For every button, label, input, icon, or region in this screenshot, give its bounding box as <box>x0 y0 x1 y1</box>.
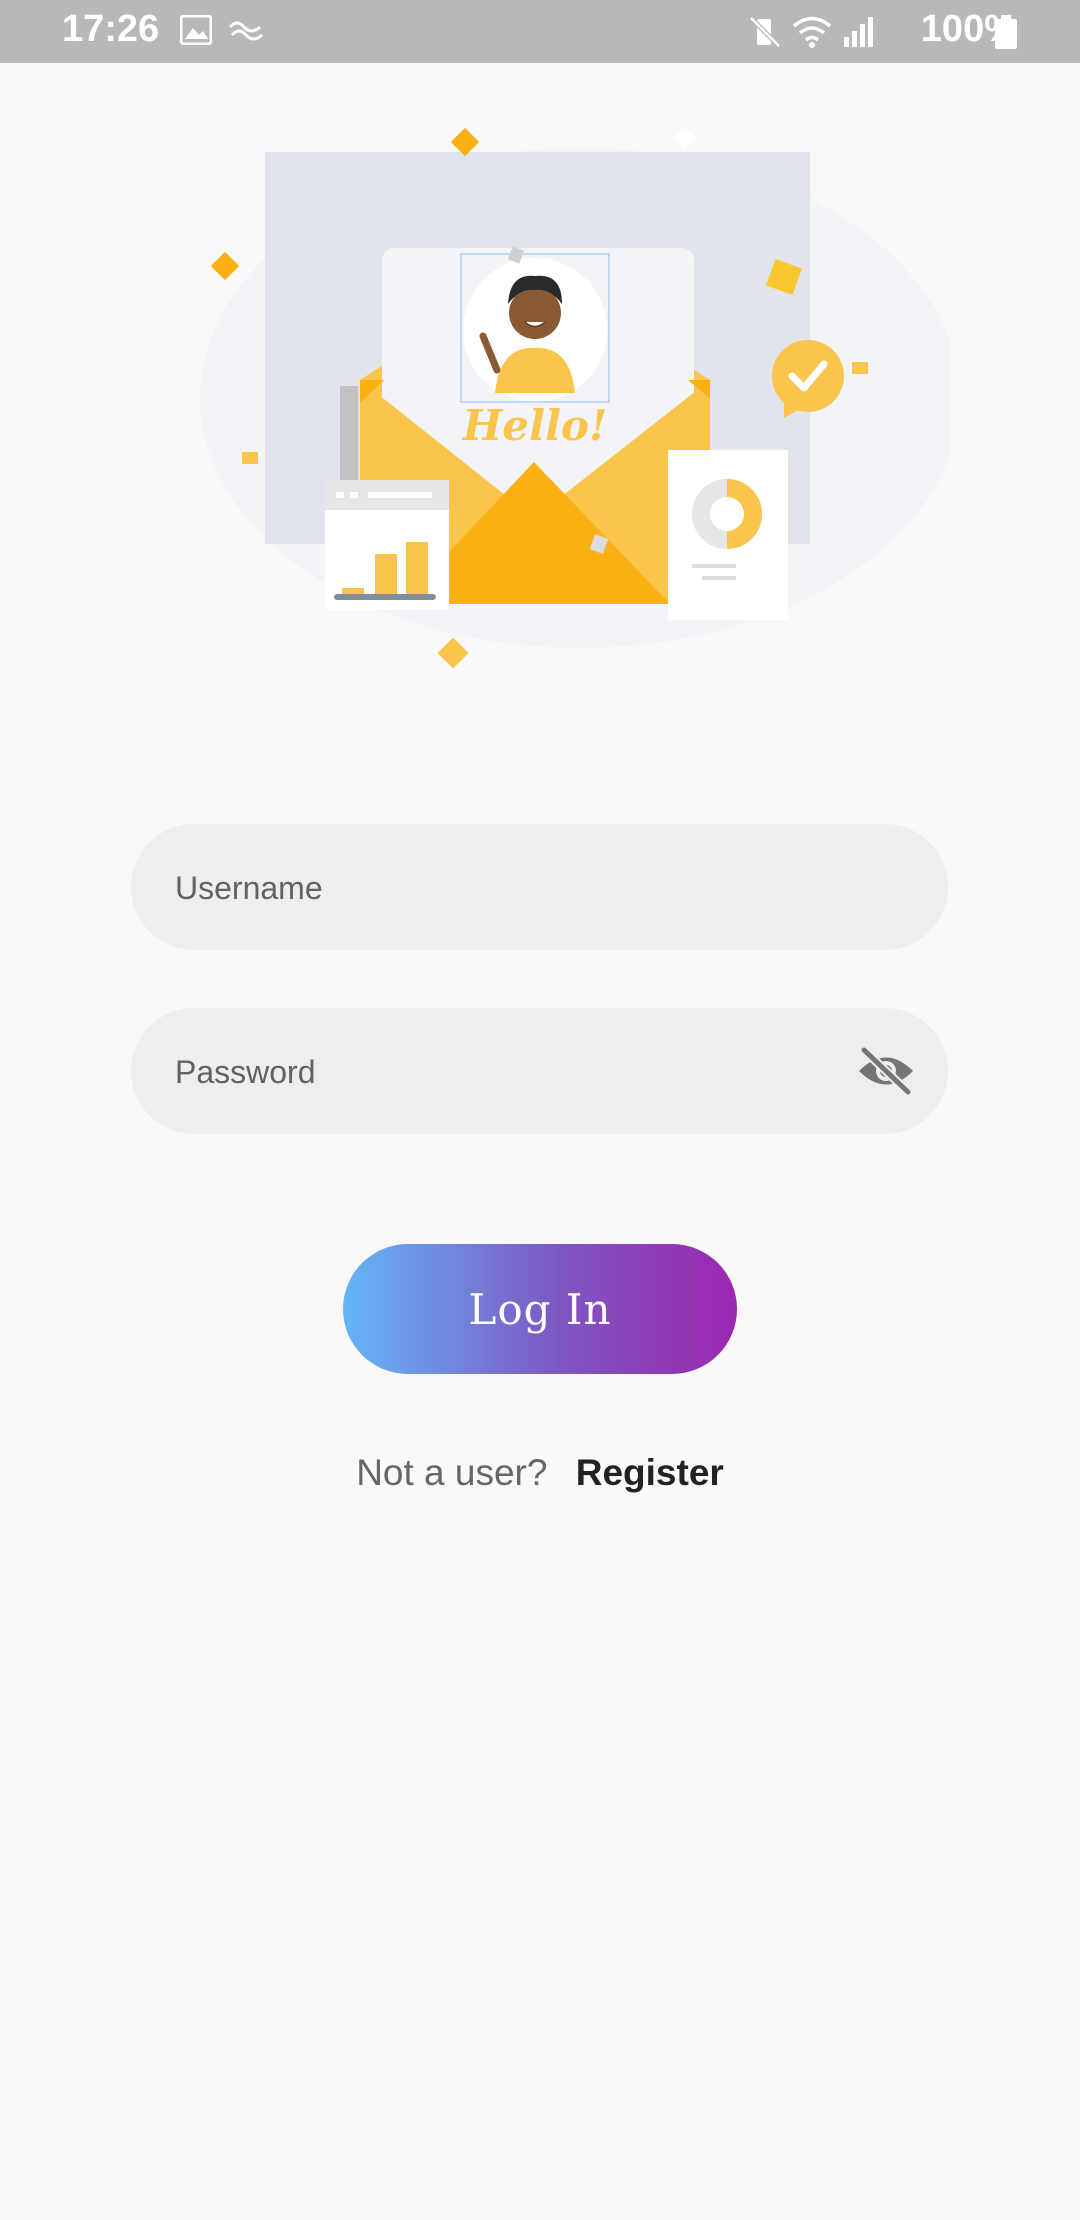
vibrate-mute-icon <box>749 16 781 48</box>
status-bar: 17:26 100% <box>0 0 1080 63</box>
swap-wave-icon <box>228 21 263 41</box>
signal-icon <box>844 17 873 47</box>
image-icon <box>180 15 212 45</box>
password-field-container <box>131 1008 948 1136</box>
password-input[interactable] <box>173 1008 877 1136</box>
visibility-off-icon[interactable] <box>856 1046 916 1096</box>
status-time: 17:26 <box>62 8 160 50</box>
username-field-container <box>131 824 948 952</box>
login-button[interactable]: Log In <box>343 1244 737 1374</box>
register-link[interactable]: Register <box>576 1452 724 1493</box>
battery-icon <box>995 15 1017 49</box>
hello-greeting: Hello! <box>462 401 608 450</box>
username-input[interactable] <box>173 824 877 952</box>
register-prompt: Not a user? <box>356 1452 548 1493</box>
register-row: Not a user? Register <box>0 1452 1080 1494</box>
hello-envelope-illustration: Hello! <box>200 126 950 669</box>
wifi-icon <box>792 16 832 48</box>
